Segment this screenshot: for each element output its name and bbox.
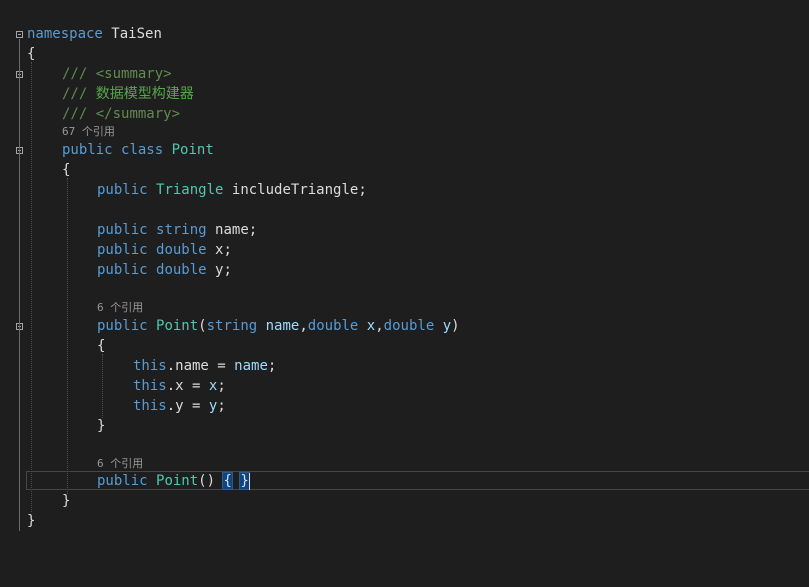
field-name: includeTriangle; [231, 182, 367, 198]
field-name: name; [215, 222, 258, 238]
scrolled-off-text: [ ---- -- -------- ----- ] [20, 0, 239, 2]
doc-comment-tag: <summary> [95, 66, 172, 82]
codelens-references[interactable]: 6 个引用 [0, 456, 809, 472]
code-line[interactable]: public double y; [0, 260, 809, 280]
code-line[interactable]: this.name = name; [0, 356, 809, 376]
parameter: x [366, 318, 376, 334]
brace: } [62, 493, 71, 509]
keyword: this [133, 398, 167, 414]
codelens-text[interactable]: 6 个引用 [97, 300, 143, 316]
member-assign: .y = [166, 398, 209, 414]
keyword: public [97, 222, 148, 238]
keyword: public [62, 142, 113, 158]
text-caret [249, 473, 250, 490]
scrolled-off-line: [ ---- -- -------- ----- ] [20, 0, 320, 4]
parentheses: () [198, 473, 216, 489]
namespace-name: TaiSen [111, 26, 162, 42]
keyword: public [97, 262, 148, 278]
field-name: y; [215, 262, 232, 278]
code-editor[interactable]: [ ---- -- -------- ----- ] namespace Tai… [0, 0, 809, 587]
code-line[interactable]: public Point(string name,double x,double… [0, 316, 809, 336]
doc-comment-slashes: /// [62, 66, 88, 82]
code-line[interactable]: { [0, 160, 809, 180]
field-name: x; [215, 242, 232, 258]
codelens-references[interactable]: 6 个引用 [0, 300, 809, 316]
code-line[interactable]: namespace TaiSen [0, 24, 809, 44]
doc-comment-tag: </summary> [95, 106, 181, 122]
parameter: y [442, 318, 452, 334]
doc-comment-text: 数据模型构建器 [95, 86, 194, 102]
code-line[interactable]: public string name; [0, 220, 809, 240]
codelens-text[interactable]: 6 个引用 [97, 456, 143, 472]
code-line[interactable]: /// <summary> [0, 64, 809, 84]
codelens-references[interactable]: 67 个引用 [0, 124, 809, 140]
keyword: double [307, 318, 359, 334]
member-assign: .x = [166, 378, 209, 394]
matched-brace: } [239, 472, 250, 490]
brace: } [97, 418, 106, 434]
doc-comment-slashes: /// [62, 106, 88, 122]
keyword: double [383, 318, 435, 334]
matched-brace: { [222, 472, 233, 490]
keyword: public [97, 182, 148, 198]
parameter: name [265, 318, 300, 334]
keyword: string [206, 318, 258, 334]
brace: { [62, 162, 71, 178]
code-line[interactable]: { [0, 336, 809, 356]
code-line[interactable]: public class Point [0, 140, 809, 160]
keyword: this [133, 358, 167, 374]
keyword: class [121, 142, 164, 158]
code-line[interactable]: this.x = x; [0, 376, 809, 396]
constructor-name: Point [156, 318, 199, 334]
code-line[interactable]: /// 数据模型构建器 [0, 84, 809, 104]
member-assign: .name = [166, 358, 235, 374]
code-line[interactable]: } [0, 416, 809, 436]
keyword: double [156, 262, 207, 278]
keyword: namespace [27, 26, 103, 42]
code-line[interactable]: this.y = y; [0, 396, 809, 416]
keyword: double [156, 242, 207, 258]
keyword: public [97, 473, 148, 489]
keyword: public [97, 242, 148, 258]
keyword: string [156, 222, 207, 238]
constructor-name: Point [156, 473, 199, 489]
code-line-current[interactable]: public Point() { } [0, 471, 809, 491]
code-line[interactable]: } [0, 491, 809, 511]
type-name: Triangle [156, 182, 224, 198]
parameter: name [234, 358, 268, 374]
code-line[interactable]: { [0, 44, 809, 64]
class-name: Point [171, 142, 214, 158]
code-line[interactable]: public double x; [0, 240, 809, 260]
brace: { [97, 338, 106, 354]
keyword: this [133, 378, 167, 394]
code-line[interactable]: public Triangle includeTriangle; [0, 180, 809, 200]
brace: } [27, 513, 36, 529]
codelens-text[interactable]: 67 个引用 [62, 124, 115, 140]
code-line[interactable]: } [0, 511, 809, 531]
brace: { [27, 46, 36, 62]
doc-comment-slashes: /// [62, 86, 88, 102]
code-line[interactable]: /// </summary> [0, 104, 809, 124]
keyword: public [97, 318, 148, 334]
